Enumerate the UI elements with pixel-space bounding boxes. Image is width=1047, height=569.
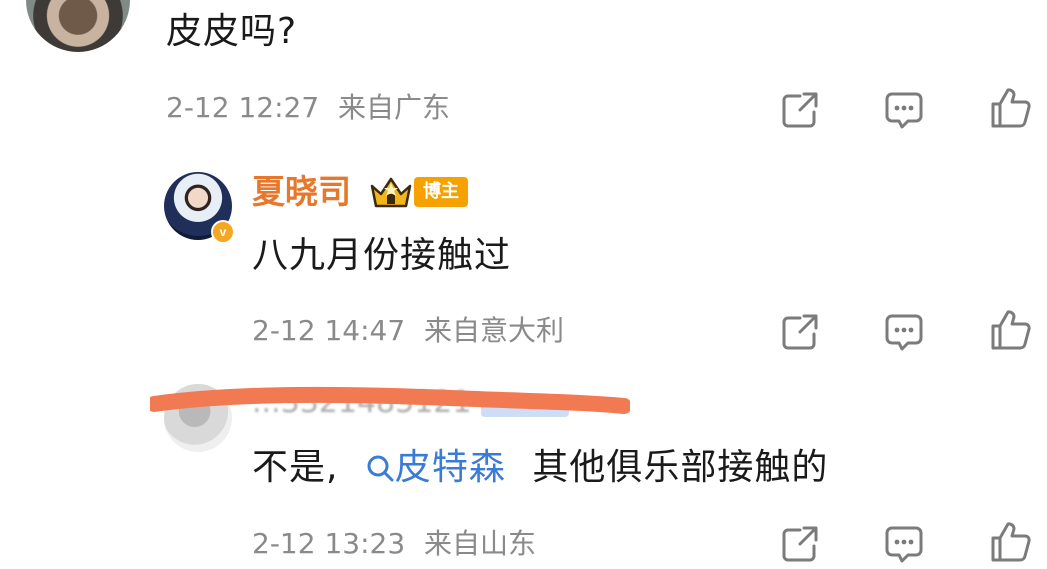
comment-location: 来自山东 — [424, 527, 537, 560]
comment-text: 皮皮吗? — [166, 11, 298, 52]
verified-badge-icon: v — [211, 220, 235, 244]
comment-date: 2-12 13:23 — [252, 527, 406, 560]
blogger-badge: 博主 — [414, 177, 468, 207]
comment-text-before: 不是, — [252, 447, 339, 488]
share-icon[interactable] — [778, 88, 822, 132]
topic-mention-link[interactable]: 皮特森 — [365, 447, 518, 488]
mention-label: 皮特森 — [394, 447, 506, 488]
search-icon — [367, 455, 394, 482]
comment-meta: 2-12 14:47 来自意大利 — [252, 315, 564, 347]
like-icon[interactable] — [988, 86, 1032, 130]
like-icon[interactable] — [988, 308, 1032, 352]
comment-meta: 2-12 13:23 来自山东 — [252, 528, 536, 560]
comment-location: 来自意大利 — [424, 314, 565, 347]
like-icon[interactable] — [988, 520, 1032, 564]
comment-icon[interactable] — [882, 310, 926, 354]
share-icon[interactable] — [778, 522, 822, 566]
comment-text: 八九月份接触过 — [252, 235, 512, 276]
avatar[interactable] — [26, 0, 130, 52]
comment-text-after: 其他俱乐部接触的 — [532, 447, 829, 488]
share-icon[interactable] — [778, 310, 822, 354]
comment-text: 不是, 皮特森 其他俱乐部接触的 — [252, 448, 828, 488]
comment-date: 2-12 14:47 — [252, 314, 406, 347]
comment-icon[interactable] — [882, 88, 926, 132]
crown-icon — [370, 177, 412, 208]
comment-meta: 2-12 12:27 来自广东 — [166, 92, 450, 124]
comment-date: 2-12 12:27 — [166, 91, 320, 124]
comment-icon[interactable] — [882, 522, 926, 566]
redaction-scribble — [150, 386, 630, 414]
username[interactable]: 夏晓司 — [252, 174, 351, 210]
comment-location: 来自广东 — [338, 91, 451, 124]
